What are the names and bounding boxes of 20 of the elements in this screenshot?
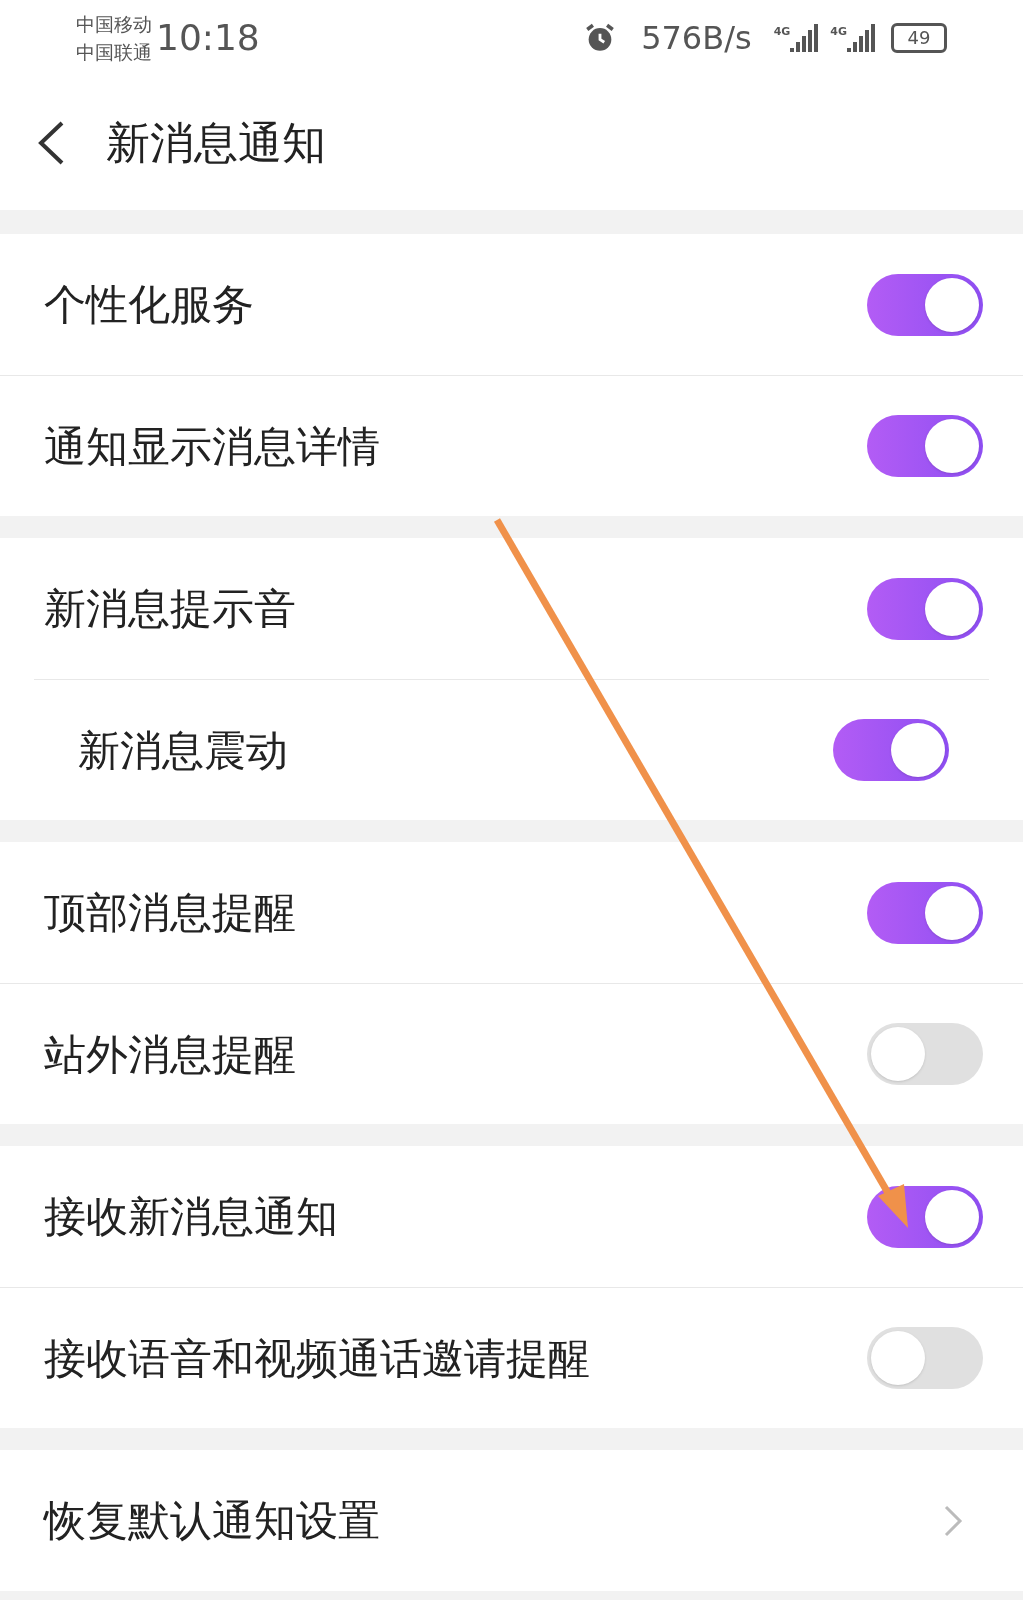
back-icon[interactable]	[36, 119, 66, 166]
signal-icon	[790, 23, 821, 52]
carrier-name: 中国移动	[76, 11, 152, 37]
setting-label: 站外消息提醒	[44, 1028, 297, 1081]
battery-indicator: 49	[891, 22, 947, 53]
page-title: 新消息通知	[106, 115, 326, 170]
carrier-name: 中国联通	[76, 39, 152, 65]
setting-label: 接收新消息通知	[44, 1191, 339, 1243]
setting-label: 顶部消息提醒	[44, 887, 297, 939]
setting-label: 个性化服务	[44, 279, 255, 331]
network-type: 4G	[830, 23, 847, 40]
network-type: 4G	[773, 23, 791, 40]
setting-label: 接收语音和视频通话邀请提醒	[44, 1332, 591, 1385]
signal-icon	[847, 23, 877, 52]
setting-label: 新消息提示音	[44, 583, 297, 635]
setting-label: 恢复默认通知设置	[44, 1495, 381, 1547]
setting-label: 通知显示消息详情	[44, 420, 381, 473]
clock-time: 10:18	[156, 15, 260, 60]
setting-label: 新消息震动	[78, 724, 289, 777]
network-speed: 576B/s	[641, 17, 752, 59]
